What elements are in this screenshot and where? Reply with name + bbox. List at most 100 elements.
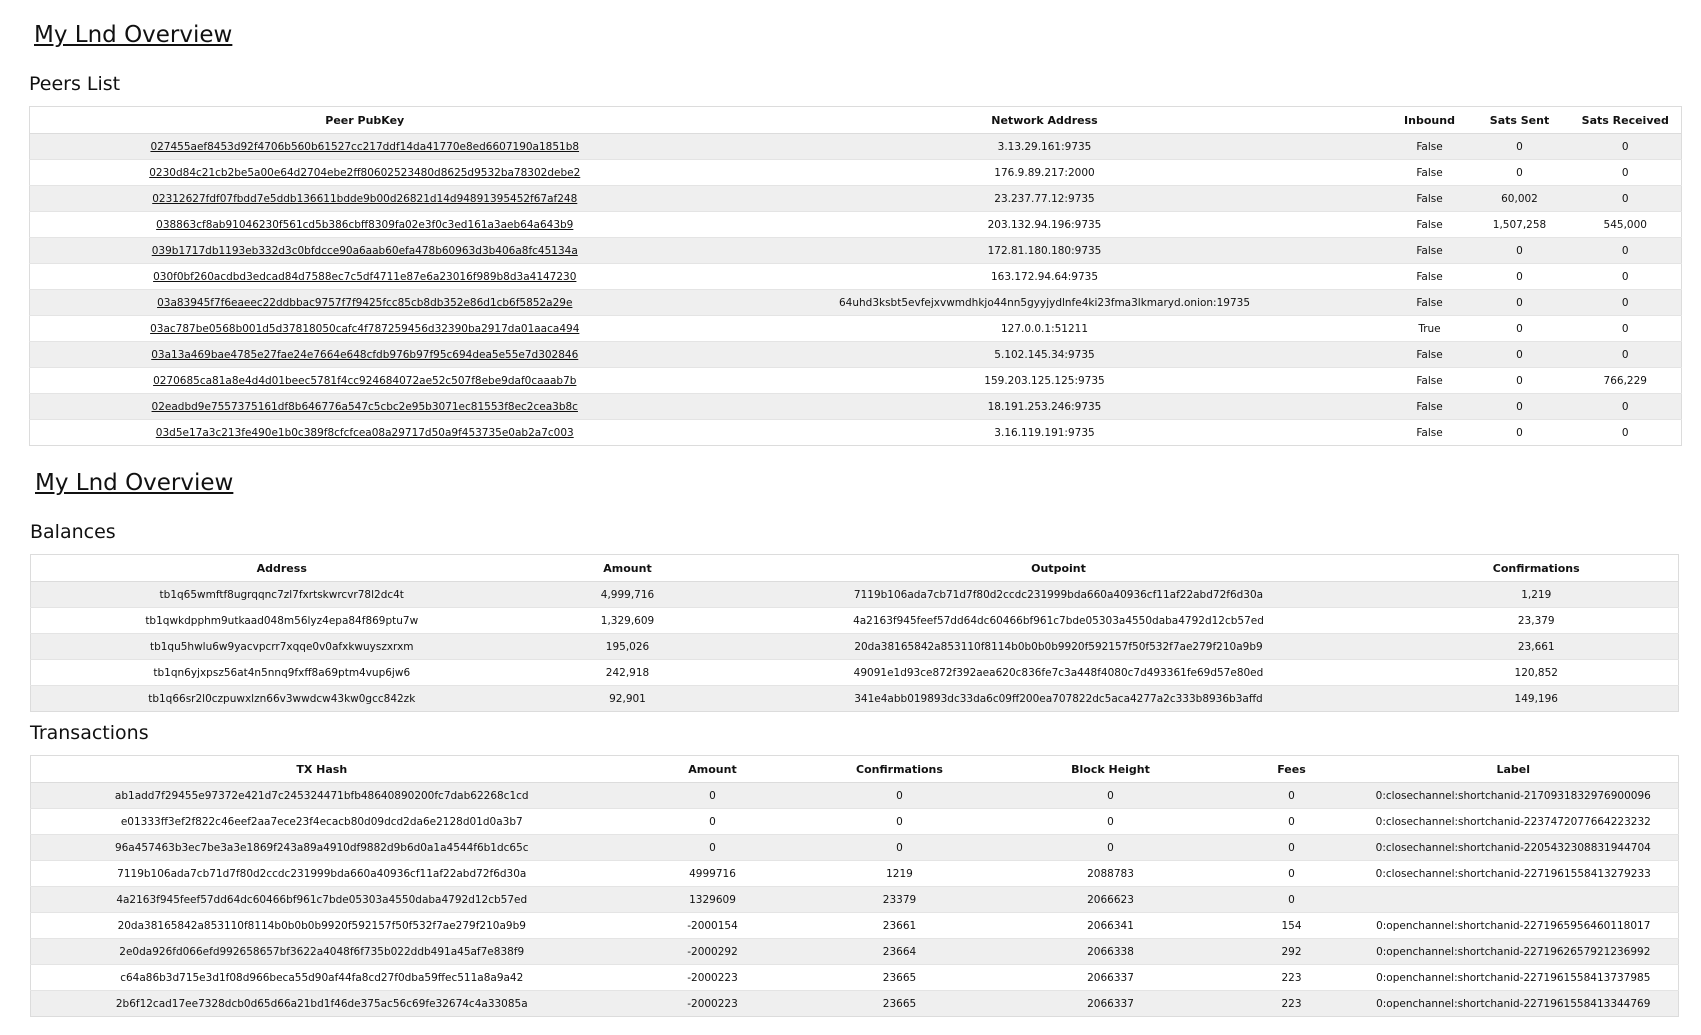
peer-pubkey-cell: 030f0bf260acdbd3edcad84d7588ec7c5df4711e… (29, 263, 700, 290)
column-header-sats-sent[interactable]: Sats Sent (1469, 106, 1570, 134)
block-height-cell: 2066338 (986, 938, 1235, 965)
peer-pubkey-link[interactable]: 03ac787be0568b001d5d37818050cafc4f787259… (150, 323, 579, 335)
confirmations-cell: 0 (812, 782, 987, 809)
peer-pubkey-link[interactable]: 02312627fdf07fbdd7e5ddb136611bdde9b00d26… (152, 193, 577, 205)
confirmations-cell: 0 (812, 808, 987, 835)
balance-row: tb1qn6yjxpsz56at4n5nnq9fxff8a69ptm4vup6j… (30, 659, 1679, 686)
column-header-amount[interactable]: Amount (532, 554, 723, 582)
fees-cell: 154 (1234, 912, 1349, 939)
column-header-amount[interactable]: Amount (612, 755, 813, 783)
peer-pubkey-link[interactable]: 02eadbd9e7557375161df8b646776a547c5cbc2e… (152, 401, 578, 413)
column-header-peer-pubkey[interactable]: Peer PubKey (29, 106, 700, 134)
sats-sent-cell: 0 (1469, 419, 1570, 446)
transactions-header-row: TX Hash Amount Confirmations Block Heigh… (30, 755, 1679, 783)
peer-pubkey-cell: 03ac787be0568b001d5d37818050cafc4f787259… (29, 315, 700, 342)
transaction-row: ab1add7f29455e97372e421d7c245324471bfb48… (30, 782, 1679, 809)
tx-hash-cell: 2e0da926fd066efd992658657bf3622a4048f6f7… (30, 938, 613, 965)
inbound-cell: False (1389, 263, 1470, 290)
balances-header-row: Address Amount Outpoint Confirmations (30, 554, 1679, 582)
sats-received-cell: 0 (1569, 159, 1682, 186)
tx-hash-cell: 96a457463b3ec7be3a3e1869f243a89a4910df98… (30, 834, 613, 861)
peer-pubkey-link[interactable]: 03d5e17a3c213fe490e1b0c389f8cfcfcea08a29… (156, 427, 574, 439)
peer-row: 03ac787be0568b001d5d37818050cafc4f787259… (29, 315, 1682, 342)
amount-cell: 195,026 (532, 633, 723, 660)
column-header-label[interactable]: Label (1348, 755, 1679, 783)
peer-row: 039b1717db1193eb332d3c0bfdcce90a6aab60ef… (29, 237, 1682, 264)
confirmations-cell: 1,219 (1394, 581, 1679, 608)
label-cell: 0:closechannel:shortchanid-2205432308831… (1348, 834, 1679, 861)
column-header-network-address[interactable]: Network Address (699, 106, 1390, 134)
peer-pubkey-link[interactable]: 027455aef8453d92f4706b560b61527cc217ddf1… (150, 141, 579, 153)
network-address-cell: 163.172.94.64:9735 (699, 263, 1390, 290)
peer-row: 038863cf8ab91046230f561cd5b386cbff8309fa… (29, 211, 1682, 238)
transactions-title: Transactions (30, 722, 149, 744)
confirmations-cell: 23,379 (1394, 607, 1679, 634)
amount-cell: 0 (612, 834, 813, 861)
peer-pubkey-link[interactable]: 038863cf8ab91046230f561cd5b386cbff8309fa… (156, 219, 573, 231)
network-address-cell: 203.132.94.196:9735 (699, 211, 1390, 238)
column-header-tx-hash[interactable]: TX Hash (30, 755, 613, 783)
network-address-cell: 3.13.29.161:9735 (699, 133, 1390, 160)
confirmations-cell: 149,196 (1394, 685, 1679, 712)
peer-pubkey-cell: 03a83945f7f6eaeec22ddbbac9757f7f9425fcc8… (29, 289, 700, 316)
peer-pubkey-cell: 03a13a469bae4785e27fae24e7664e648cfdb976… (29, 341, 700, 368)
confirmations-cell: 1219 (812, 860, 987, 887)
peer-pubkey-link[interactable]: 0270685ca81a8e4d4d01beec5781f4cc92468407… (153, 375, 576, 387)
peer-pubkey-link[interactable]: 039b1717db1193eb332d3c0bfdcce90a6aab60ef… (152, 245, 578, 257)
column-header-block-height[interactable]: Block Height (986, 755, 1235, 783)
sats-sent-cell: 0 (1469, 237, 1570, 264)
column-header-sats-received[interactable]: Sats Received (1569, 106, 1682, 134)
amount-cell: -2000223 (612, 964, 813, 991)
peer-pubkey-link[interactable]: 0230d84c21cb2be5a00e64d2704ebe2ff8060252… (149, 167, 580, 179)
peers-table: Peer PubKey Network Address Inbound Sats… (29, 106, 1682, 446)
column-header-confirmations[interactable]: Confirmations (1394, 554, 1679, 582)
fees-cell: 0 (1234, 782, 1349, 809)
address-cell: tb1qu5hwlu6w9yacvpcrr7xqqe0v0afxkwuyszxr… (30, 633, 533, 660)
tx-hash-cell: c64a86b3d715e3d1f08d966beca55d90af44fa8c… (30, 964, 613, 991)
peer-pubkey-cell: 039b1717db1193eb332d3c0bfdcce90a6aab60ef… (29, 237, 700, 264)
peer-row: 030f0bf260acdbd3edcad84d7588ec7c5df4711e… (29, 263, 1682, 290)
peer-pubkey-cell: 0270685ca81a8e4d4d01beec5781f4cc92468407… (29, 367, 700, 394)
peer-pubkey-link[interactable]: 03a13a469bae4785e27fae24e7664e648cfdb976… (151, 349, 578, 361)
amount-cell: 1,329,609 (532, 607, 723, 634)
network-address-cell: 172.81.180.180:9735 (699, 237, 1390, 264)
sats-received-cell: 0 (1569, 315, 1682, 342)
balance-row: tb1q65wmftf8ugrqqnc7zl7fxrtskwrcvr78l2dc… (30, 581, 1679, 608)
amount-cell: 0 (612, 808, 813, 835)
block-height-cell: 2066623 (986, 886, 1235, 913)
peer-row: 03d5e17a3c213fe490e1b0c389f8cfcfcea08a29… (29, 419, 1682, 446)
fees-cell: 0 (1234, 860, 1349, 887)
inbound-cell: False (1389, 159, 1470, 186)
peer-pubkey-link[interactable]: 03a83945f7f6eaeec22ddbbac9757f7f9425fcc8… (157, 297, 572, 309)
sats-sent-cell: 0 (1469, 263, 1570, 290)
page-title-overview-2[interactable]: My Lnd Overview (35, 470, 233, 496)
sats-sent-cell: 0 (1469, 133, 1570, 160)
outpoint-cell: 20da38165842a853110f8114b0b0b0b9920f5921… (722, 633, 1395, 660)
peer-pubkey-cell: 038863cf8ab91046230f561cd5b386cbff8309fa… (29, 211, 700, 238)
label-cell (1348, 886, 1679, 913)
column-header-confirmations[interactable]: Confirmations (812, 755, 987, 783)
sats-received-cell: 0 (1569, 237, 1682, 264)
column-header-address[interactable]: Address (30, 554, 533, 582)
tx-hash-cell: 2b6f12cad17ee7328dcb0d65d66a21bd1f46de37… (30, 990, 613, 1017)
peer-row: 03a13a469bae4785e27fae24e7664e648cfdb976… (29, 341, 1682, 368)
sats-received-cell: 0 (1569, 263, 1682, 290)
inbound-cell: False (1389, 367, 1470, 394)
sats-received-cell: 0 (1569, 185, 1682, 212)
sats-received-cell: 0 (1569, 341, 1682, 368)
block-height-cell: 0 (986, 834, 1235, 861)
column-header-inbound[interactable]: Inbound (1389, 106, 1470, 134)
column-header-fees[interactable]: Fees (1234, 755, 1349, 783)
column-header-outpoint[interactable]: Outpoint (722, 554, 1395, 582)
page-title-overview-1[interactable]: My Lnd Overview (34, 22, 232, 48)
fees-cell: 0 (1234, 808, 1349, 835)
amount-cell: 4,999,716 (532, 581, 723, 608)
transaction-row: 96a457463b3ec7be3a3e1869f243a89a4910df98… (30, 834, 1679, 861)
sats-sent-cell: 0 (1469, 393, 1570, 420)
sats-received-cell: 766,229 (1569, 367, 1682, 394)
address-cell: tb1qwkdpphm9utkaad048m56lyz4epa84f869ptu… (30, 607, 533, 634)
confirmations-cell: 23,661 (1394, 633, 1679, 660)
label-cell: 0:openchannel:shortchanid-22719659564601… (1348, 912, 1679, 939)
peer-pubkey-link[interactable]: 030f0bf260acdbd3edcad84d7588ec7c5df4711e… (153, 271, 576, 283)
block-height-cell: 2066341 (986, 912, 1235, 939)
